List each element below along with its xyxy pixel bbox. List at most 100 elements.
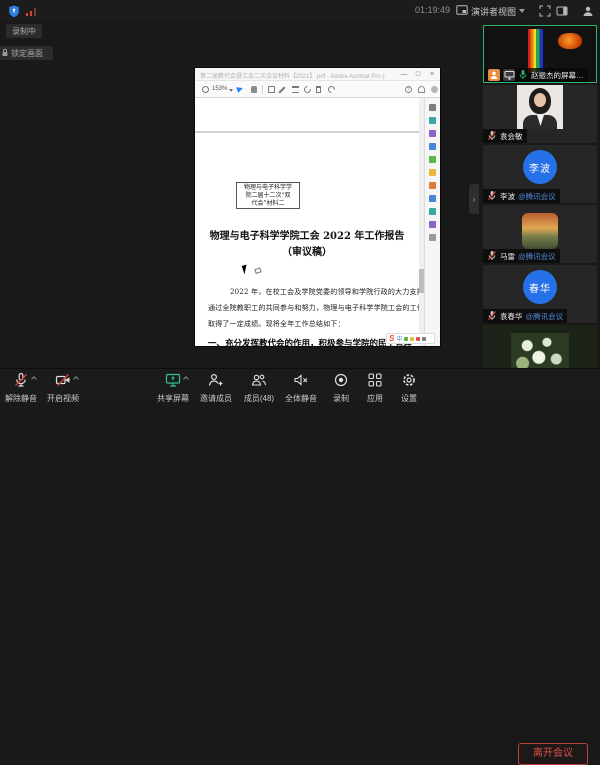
submenu-chevron-icon[interactable]	[183, 376, 189, 382]
invite-button[interactable]: 邀请成员	[193, 372, 239, 404]
document-title: 物理与电子科学学院工会 2022 年工作报告	[195, 227, 419, 242]
trash-icon[interactable]	[316, 86, 321, 93]
settings-button[interactable]: 设置	[386, 372, 432, 404]
participant-tile[interactable]: 袁会敏	[483, 85, 597, 143]
mic-muted-icon	[487, 250, 497, 263]
network-signal-icon	[26, 7, 40, 16]
acrobat-window: 第二届教代会暨工会二次会议材料【2021】.pdf - Adobe Acroba…	[195, 68, 440, 346]
members-button[interactable]: 成员(48)	[236, 372, 282, 404]
share-screen-icon	[165, 372, 181, 388]
apps-grid-icon	[367, 372, 383, 388]
participant-suffix: @腾讯会议	[518, 251, 556, 262]
share-thumbnail-spectrum	[528, 29, 543, 73]
view-mode-label: 演讲者视图	[471, 5, 516, 18]
mic-on-icon	[518, 69, 528, 82]
invite-person-icon	[208, 372, 224, 388]
pin-icon	[1, 48, 9, 59]
participant-tile[interactable]: 马雷@腾讯会议	[483, 205, 597, 263]
zoom-level[interactable]: 153%	[212, 86, 227, 92]
document-subtitle: （审议稿）	[195, 243, 419, 258]
unmute-button[interactable]: 解除静音	[0, 372, 44, 404]
acrobat-window-title: 第二届教代会暨工会二次会议材料【2021】.pdf - Adobe Acroba…	[200, 71, 385, 80]
avatar: 春华	[523, 270, 557, 304]
bell-icon[interactable]	[418, 86, 425, 93]
mic-muted-icon	[13, 372, 29, 388]
chevron-down-icon	[519, 9, 525, 13]
participant-name: 袁会敏	[500, 131, 523, 142]
ime-toolbar[interactable]: S 中	[386, 333, 435, 344]
participant-name-row: 赵振杰的屏幕…	[484, 68, 588, 82]
document-stamp-box: 物理与电子科学学 院二届十二次“双 代会”材料二	[236, 182, 300, 209]
participant-tile[interactable]: 李波 李波@腾讯会议	[483, 145, 597, 203]
close-button[interactable]: ×	[426, 69, 438, 80]
participant-suffix: @腾讯会议	[518, 191, 556, 202]
participant-tile-sharer[interactable]: 赵振杰的屏幕…	[483, 25, 597, 83]
pencil-icon[interactable]	[278, 86, 285, 93]
body-line: 2022 年，在校工会及学院党委的领导和学院行政的大力支持下，	[230, 287, 419, 297]
meeting-app: { "topbar": { "timer": "01:19:49", "view…	[0, 0, 600, 402]
avatar: 李波	[523, 150, 557, 184]
lock-screen-button[interactable]: 锁定画面	[0, 46, 53, 60]
members-icon	[251, 372, 267, 388]
mic-muted-icon	[487, 190, 497, 203]
record-icon	[333, 372, 349, 388]
participant-tile[interactable]: 春华 袁春华@腾讯会议	[483, 265, 597, 323]
mute-all-icon	[293, 372, 309, 388]
participant-video	[517, 85, 563, 129]
submenu-chevron-icon[interactable]	[73, 376, 79, 382]
minimize-button[interactable]: —	[398, 69, 410, 80]
acrobat-tools-rail[interactable]	[424, 98, 440, 346]
participant-name: 马雷	[500, 251, 515, 262]
page-top-edge	[195, 131, 419, 133]
participants-icon[interactable]	[582, 4, 596, 18]
submenu-chevron-icon[interactable]	[31, 376, 37, 382]
help-icon[interactable]: ?	[405, 86, 412, 93]
comment-icon[interactable]	[268, 86, 275, 93]
mic-muted-icon	[487, 130, 497, 143]
participant-name: 赵振杰的屏幕…	[531, 70, 584, 81]
rotate-icon[interactable]	[303, 85, 313, 95]
security-shield-icon[interactable]	[8, 5, 20, 23]
start-video-button[interactable]: 开启视频	[40, 372, 86, 404]
avatar-image	[522, 213, 558, 249]
ime-logo[interactable]: S	[389, 334, 394, 343]
meeting-bottombar: 解除静音 开启视频 共享屏幕 邀请成员 成员(48) 全体静音 录制 应用 设置…	[0, 368, 600, 402]
mouse-cursor	[242, 264, 250, 274]
participant-name-row: 袁会敏	[483, 129, 527, 143]
meeting-timer: 01:19:49	[408, 5, 450, 15]
sidebar-toggle-icon[interactable]	[556, 4, 570, 18]
maximize-button[interactable]: □	[412, 69, 424, 80]
ime-mode[interactable]: 中	[396, 334, 402, 343]
fullscreen-icon[interactable]	[539, 4, 553, 18]
account-avatar-icon[interactable]	[431, 86, 438, 93]
stamp-icon[interactable]	[292, 86, 299, 93]
share-screen-button[interactable]: 共享屏幕	[150, 372, 196, 404]
participant-name-row: 马雷@腾讯会议	[483, 249, 560, 263]
speaker-view-icon	[456, 4, 468, 18]
toolbar-divider	[262, 85, 263, 94]
body-line: 取得了一定成绩。现将全年工作总结如下：	[208, 319, 345, 329]
sidebar-collapse-tab[interactable]: ›	[469, 184, 479, 214]
participant-suffix: @腾讯会议	[526, 311, 564, 322]
redo-icon[interactable]	[327, 85, 337, 95]
page-nav-icon[interactable]	[202, 86, 209, 93]
body-line: 通过全院教职工的共同参与和努力，物理与电子科学学院工会的工作	[208, 303, 419, 313]
participant-name-row: 李波@腾讯会议	[483, 189, 560, 203]
leave-meeting-button[interactable]: 离开会议	[518, 743, 588, 765]
hand-tool-icon[interactable]	[251, 86, 257, 93]
gear-icon	[401, 372, 417, 388]
select-tool-icon[interactable]	[236, 85, 244, 93]
participant-name: 袁春华	[500, 311, 523, 322]
section-heading-clipped: 一、充分发挥教代会的作用，积极参与学院的民主管理	[208, 337, 412, 346]
participant-name-row: 袁春华@腾讯会议	[483, 309, 567, 323]
acrobat-titlebar: 第二届教代会暨工会二次会议材料【2021】.pdf - Adobe Acroba…	[195, 68, 440, 81]
share-thumbnail-highlight	[558, 33, 582, 49]
zoom-caret-icon[interactable]	[229, 89, 233, 92]
host-icon	[488, 69, 500, 81]
participant-name: 李波	[500, 191, 515, 202]
view-mode-switcher[interactable]: 演讲者视图	[456, 3, 525, 19]
recording-badge: 录制中	[6, 24, 42, 38]
acrobat-toolbar: 153% ?	[195, 81, 440, 98]
mic-muted-icon	[487, 310, 497, 323]
screen-share-icon	[503, 69, 515, 81]
